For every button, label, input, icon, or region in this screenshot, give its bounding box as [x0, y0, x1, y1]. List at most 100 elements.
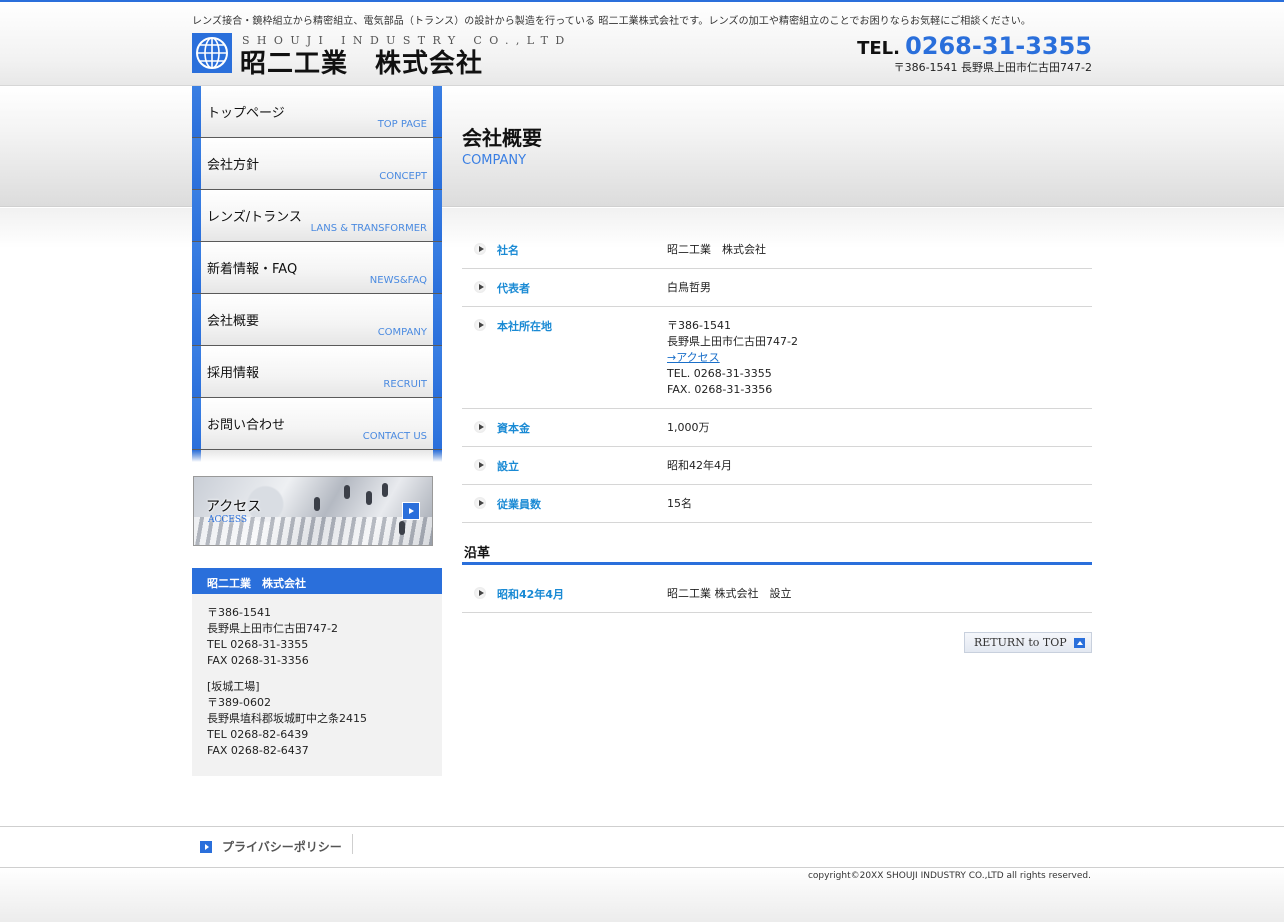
nav-label: トップページ — [207, 106, 285, 121]
nav-item-recruit[interactable]: 採用情報 RECRUIT — [192, 346, 442, 398]
row-value-line: 白鳥哲男 — [667, 281, 711, 294]
row-label: 資本金 — [497, 422, 530, 435]
nav-item-news-faq[interactable]: 新着情報・FAQ NEWS&FAQ — [192, 242, 442, 294]
table-row: 資本金 1,000万 — [462, 409, 1092, 447]
info-line: 長野県埴科郡坂城町中之条2415 — [207, 712, 367, 725]
crowd-figure — [382, 483, 388, 497]
info-box-title: 昭二工業 株式会社 — [192, 568, 442, 594]
row-value-line: 昭二工業 株式会社 — [667, 243, 766, 256]
info-line: [坂城工場] — [207, 680, 260, 693]
nav-item-contact-us[interactable]: お問い合わせ CONTACT US — [192, 398, 442, 450]
table-row: 社名 昭二工業 株式会社 — [462, 231, 1092, 269]
row-label: 本社所在地 — [497, 320, 552, 333]
logo-company-name[interactable]: 昭二工業 株式会社 — [240, 43, 483, 80]
crowd-figure — [366, 491, 372, 505]
bullet-arrow-icon — [474, 421, 486, 433]
row-value-line: 1,000万 — [667, 421, 710, 434]
table-row: 代表者 白鳥哲男 — [462, 269, 1092, 307]
bullet-arrow-icon — [474, 281, 486, 293]
company-info-box: 昭二工業 株式会社 〒386-1541 長野県上田市仁古田747-2 TEL 0… — [192, 568, 442, 776]
row-label: 設立 — [497, 460, 519, 473]
sidebar-nav: トップページ TOP PAGE 会社方針 CONCEPT レンズ/トランス LA… — [192, 86, 442, 462]
table-row: 設立 昭和42年4月 — [462, 447, 1092, 485]
row-value-line: 15名 — [667, 497, 692, 510]
row-label: 昭和42年4月 — [497, 588, 564, 601]
arrow-right-icon — [200, 840, 212, 853]
arrow-up-icon — [1074, 638, 1085, 648]
row-label: 代表者 — [497, 282, 530, 295]
table-row: 昭和42年4月 昭二工業 株式会社 設立 — [462, 575, 1092, 613]
return-to-top-button[interactable]: RETURN to TOP — [964, 632, 1092, 653]
return-to-top-label: RETURN to TOP — [974, 636, 1067, 649]
row-value-line: 〒386-1541 — [667, 319, 731, 332]
page-subtitle: COMPANY — [462, 153, 527, 168]
nav-label: 会社方針 — [207, 158, 260, 173]
nav-label: 新着情報・FAQ — [207, 262, 298, 277]
access-banner[interactable]: アクセス ACCESS — [193, 476, 433, 546]
table-row: 本社所在地 〒386-1541 長野県上田市仁古田747-2 →アクセス TEL… — [462, 307, 1092, 409]
row-value-line: TEL. 0268-31-3355 — [667, 367, 772, 380]
row-value-line: 昭和42年4月 — [667, 459, 732, 472]
row-value: 白鳥哲男 — [667, 280, 1092, 296]
row-value: 昭二工業 株式会社 設立 — [667, 586, 1092, 602]
privacy-policy-label: プライバシーポリシー — [222, 840, 342, 854]
nav-sublabel: COMPANY — [377, 327, 427, 338]
bullet-arrow-icon — [474, 459, 486, 471]
nav-label: レンズ/トランス — [207, 210, 302, 225]
row-value-line: 長野県上田市仁古田747-2 — [667, 335, 798, 348]
nav-sublabel: CONCEPT — [379, 171, 427, 182]
info-line: FAX 0268-82-6437 — [207, 744, 309, 757]
info-box-body: 〒386-1541 長野県上田市仁古田747-2 TEL 0268-31-335… — [192, 594, 442, 759]
history-table: 昭和42年4月 昭二工業 株式会社 設立 — [462, 575, 1092, 613]
tel-label: TEL. — [857, 38, 900, 59]
nav-item-concept[interactable]: 会社方針 CONCEPT — [192, 138, 442, 190]
header-tagline: レンズ接合・鏡枠組立から精密組立、電気部品（トランス）の設計から製造を行っている… — [192, 16, 1031, 27]
table-row: 従業員数 15名 — [462, 485, 1092, 523]
info-line: 〒389-0602 — [207, 696, 271, 709]
access-banner-sublabel: ACCESS — [208, 515, 248, 525]
info-line: TEL 0268-82-6439 — [207, 728, 309, 741]
row-value: 15名 — [667, 496, 1092, 512]
history-heading: 沿革 — [462, 542, 1092, 565]
bullet-arrow-icon — [474, 243, 486, 255]
info-line: 〒386-1541 — [207, 606, 271, 619]
globe-logo-icon[interactable] — [192, 33, 232, 73]
nav-item-lens-transformer[interactable]: レンズ/トランス LANS & TRANSFORMER — [192, 190, 442, 242]
access-link[interactable]: →アクセス — [667, 351, 720, 364]
page-title: 会社概要 — [462, 126, 542, 150]
nav-bottom-cap — [192, 450, 442, 462]
privacy-policy-link[interactable]: プライバシーポリシー — [200, 838, 342, 855]
access-banner-label: アクセス — [206, 499, 262, 515]
company-profile-table: 社名 昭二工業 株式会社 代表者 白鳥哲男 本社所在地 〒386-1541 長野… — [462, 231, 1092, 523]
play-arrow-icon — [402, 502, 420, 520]
row-value: 1,000万 — [667, 420, 1092, 436]
row-value: 昭二工業 株式会社 — [667, 242, 1092, 258]
nav-sublabel: RECRUIT — [383, 379, 427, 390]
info-line: 長野県上田市仁古田747-2 — [207, 622, 338, 635]
crowd-figure — [344, 485, 350, 499]
row-value: 昭和42年4月 — [667, 458, 1092, 474]
footer — [0, 868, 1284, 922]
footer-divider — [352, 834, 353, 854]
row-label: 従業員数 — [497, 498, 541, 511]
crowd-figure — [399, 521, 405, 535]
header-address: 〒386-1541 長野県上田市仁古田747-2 — [893, 61, 1092, 74]
bullet-arrow-icon — [474, 587, 486, 599]
crowd-figure — [314, 497, 320, 511]
row-value: 〒386-1541 長野県上田市仁古田747-2 →アクセス TEL. 0268… — [667, 318, 1092, 398]
nav-item-top-page[interactable]: トップページ TOP PAGE — [192, 86, 442, 138]
row-label: 社名 — [497, 244, 519, 257]
nav-sublabel: NEWS&FAQ — [369, 275, 427, 286]
tel-number: 0268-31-3355 — [905, 32, 1092, 60]
footer-nav: プライバシーポリシー — [0, 826, 1284, 868]
nav-label: 会社概要 — [207, 314, 260, 329]
info-line: TEL 0268-31-3355 — [207, 638, 309, 651]
nav-sublabel: CONTACT US — [362, 431, 427, 442]
header-phone: TEL. 0268-31-3355 — [857, 32, 1092, 60]
nav-item-company[interactable]: 会社概要 COMPANY — [192, 294, 442, 346]
row-value-line: 昭二工業 株式会社 設立 — [667, 587, 792, 600]
copyright: copyright©20XX SHOUJI INDUSTRY CO.,LTD a… — [807, 871, 1091, 881]
bullet-arrow-icon — [474, 497, 486, 509]
info-line: FAX 0268-31-3356 — [207, 654, 309, 667]
nav-label: 採用情報 — [207, 366, 260, 381]
